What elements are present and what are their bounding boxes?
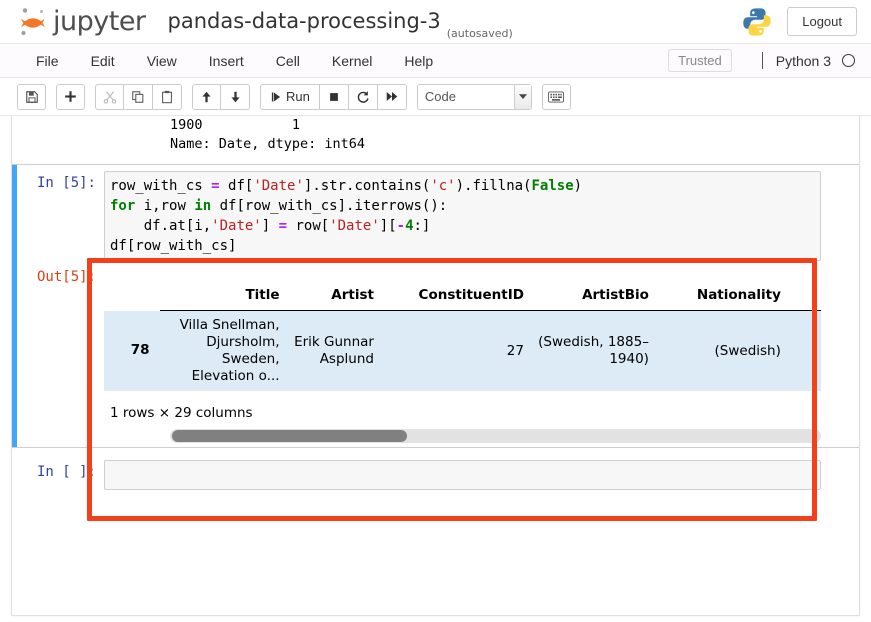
dataframe-table: Title Artist ConstituentID ArtistBio Nat… [104, 287, 821, 391]
paste-button[interactable] [153, 83, 182, 110]
autosave-status: (autosaved) [446, 27, 513, 40]
dataframe-col-artist[interactable]: Artist [284, 287, 379, 311]
empty-cell-row: In [ ]: [12, 460, 859, 490]
menu-kernel[interactable]: Kernel [316, 48, 388, 74]
table-row[interactable]: 78 Villa Snellman, Djursholm, Sweden, El… [104, 310, 821, 391]
save-button[interactable] [17, 83, 46, 110]
output-horizontal-scrollbar[interactable] [170, 429, 821, 443]
restart-run-all-button[interactable] [377, 83, 407, 110]
run-play-icon [271, 92, 281, 101]
in-prompt-5: In [5]: [36, 175, 96, 191]
dataframe-output[interactable]: Title Artist ConstituentID ArtistBio Nat… [104, 267, 821, 429]
notebook-page: 1900 1 Name: Date, dtype: int64 In [5]: … [11, 116, 860, 616]
run-cell-button[interactable]: Run [260, 83, 320, 110]
plus-icon [65, 91, 76, 102]
cell-type-value: Code [424, 89, 456, 104]
dataframe-col-begindate[interactable]: BeginDate [785, 287, 821, 311]
stop-square-icon [329, 92, 338, 101]
move-cell-up-button[interactable] [192, 83, 221, 110]
cell-type-select[interactable]: Code [416, 83, 532, 110]
toolbar-group-move [192, 83, 250, 110]
row-begindate-cell: (1885) [785, 310, 821, 391]
previous-output-text: 1900 1 Name: Date, dtype: int64 [170, 117, 366, 152]
notebook-toolbar: Run Code [0, 78, 871, 116]
row-artistbio-cell: (Swedish, 1885–1940) [528, 310, 654, 391]
copy-button[interactable] [124, 83, 153, 110]
logout-button[interactable]: Logout [787, 7, 857, 36]
notebook-name[interactable]: pandas-data-processing-3 [168, 11, 441, 32]
toolbar-group-insert [56, 83, 85, 110]
menu-cell[interactable]: Cell [260, 48, 316, 74]
code-cell-5[interactable]: In [5]: row_with_cs = df['Date'].str.con… [12, 164, 859, 448]
dataframe-col-constituentid[interactable]: ConstituentID [378, 287, 529, 311]
insert-cell-below-button[interactable] [56, 83, 85, 110]
row-index-cell: 78 [104, 310, 160, 391]
interrupt-kernel-button[interactable] [319, 83, 349, 110]
code-editor-empty[interactable] [104, 460, 821, 490]
code-line-4: df[row_with_cs] [110, 238, 237, 254]
toolbar-group-save [17, 83, 46, 110]
menu-help[interactable]: Help [388, 48, 449, 74]
toolbar-group-palette [541, 83, 571, 110]
copy-icon [132, 90, 144, 103]
menu-bar: File Edit View Insert Cell Kernel Help T… [0, 44, 871, 78]
cell-output-area-5: Out[5]: Title Artist ConstituentID Artis… [12, 261, 859, 429]
save-disk-icon [25, 90, 38, 103]
out-prompt-5: Out[5]: [36, 269, 96, 285]
arrow-down-icon [230, 91, 240, 102]
row-nationality-cell: (Swedish) [653, 310, 786, 391]
dataframe-col-title[interactable]: Title [159, 287, 285, 311]
menubar-status-group: Trusted Python 3 [668, 49, 871, 72]
run-label: Run [286, 89, 310, 104]
dataframe-header-row: Title Artist ConstituentID ArtistBio Nat… [104, 287, 821, 311]
move-cell-down-button[interactable] [221, 83, 250, 110]
keyboard-icon [548, 91, 565, 102]
output-scrollbar-thumb[interactable] [172, 430, 407, 442]
kernel-separator [761, 52, 763, 69]
menu-edit[interactable]: Edit [75, 48, 131, 74]
code-editor-5[interactable]: row_with_cs = df['Date'].str.contains('c… [104, 171, 821, 261]
dataframe-head: Title Artist ConstituentID ArtistBio Nat… [104, 287, 821, 311]
menu-file[interactable]: File [20, 48, 75, 74]
command-palette-button[interactable] [541, 83, 571, 110]
fast-forward-icon [386, 92, 398, 101]
dataframe-col-index [104, 287, 160, 311]
row-title-cell: Villa Snellman, Djursholm, Sweden, Eleva… [159, 310, 285, 391]
previous-cell-output: 1900 1 Name: Date, dtype: int64 [12, 116, 859, 164]
restart-circle-icon [357, 90, 369, 103]
code-line-1: row_with_cs = df['Date'].str.contains('c… [110, 178, 583, 194]
code-cell-empty[interactable]: In [ ]: [12, 448, 859, 504]
paste-icon [162, 90, 172, 103]
jupyter-logo-icon [21, 7, 45, 35]
toolbar-group-run: Run [260, 83, 407, 110]
kernel-idle-icon[interactable] [842, 54, 855, 67]
dataframe-col-nationality[interactable]: Nationality [653, 287, 786, 311]
dataframe-col-artistbio[interactable]: ArtistBio [528, 287, 654, 311]
arrow-up-icon [202, 91, 211, 102]
dataframe-shape-label: 1 rows × 29 columns [110, 405, 253, 421]
row-artist-cell: Erik Gunnar Asplund [284, 310, 379, 391]
menu-view[interactable]: View [131, 48, 193, 74]
jupyter-logo[interactable]: jupyter [18, 6, 146, 38]
cell-input-row: In [5]: row_with_cs = df['Date'].str.con… [12, 171, 859, 261]
code-line-3: df.at[i,'Date'] = row['Date'][-4:] [110, 218, 431, 234]
kernel-name-label[interactable]: Python 3 [776, 53, 831, 69]
dataframe-body: 78 Villa Snellman, Djursholm, Sweden, El… [104, 310, 821, 391]
row-constituentid-cell: 27 [378, 310, 529, 391]
notebook-scroll-region[interactable]: 1900 1 Name: Date, dtype: int64 In [5]: … [0, 116, 871, 622]
trusted-badge[interactable]: Trusted [668, 49, 732, 72]
menu-insert[interactable]: Insert [193, 48, 260, 74]
restart-kernel-button[interactable] [348, 83, 378, 110]
python-logo-icon [743, 7, 771, 36]
scissors-icon [103, 90, 116, 104]
in-prompt-empty: In [ ]: [36, 464, 96, 480]
toolbar-group-clipboard [95, 83, 182, 110]
notebook-header: jupyter pandas-data-processing-3 (autosa… [0, 0, 871, 44]
jupyter-wordmark: jupyter [53, 6, 146, 37]
cut-button[interactable] [95, 83, 124, 110]
chevron-down-icon[interactable] [513, 84, 531, 109]
header-right-group: Logout [741, 6, 857, 38]
code-line-2: for i,row in df[row_with_cs].iterrows(): [110, 198, 448, 214]
